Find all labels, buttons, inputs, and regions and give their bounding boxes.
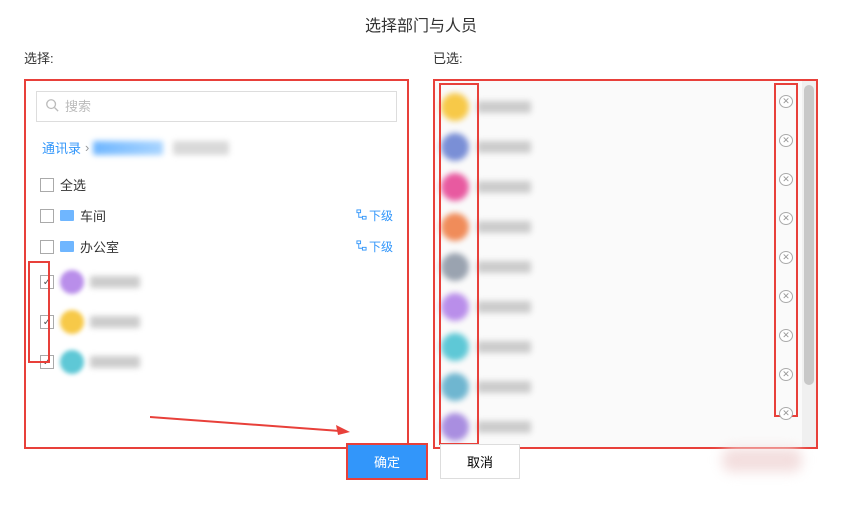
person-name-blurred: [477, 381, 531, 393]
person-name-blurred: [477, 421, 531, 433]
person-name-blurred: [90, 356, 140, 368]
selected-label: 已选:: [433, 48, 818, 67]
person-name-blurred: [477, 181, 531, 193]
remove-button[interactable]: ✕: [779, 173, 793, 186]
search-input[interactable]: [65, 99, 388, 114]
person-name-blurred: [477, 261, 531, 273]
person-row: [36, 342, 397, 382]
selected-list: [441, 87, 772, 441]
department-name: 办公室: [80, 237, 119, 256]
remove-button[interactable]: ✕: [779, 212, 793, 225]
annotation-highlight: ✕ ✕ ✕ ✕ ✕ ✕ ✕ ✕ ✕: [774, 83, 798, 417]
chevron-right-icon: ›: [85, 140, 89, 155]
remove-button[interactable]: ✕: [779, 95, 793, 108]
dialog-title: 选择部门与人员: [0, 0, 842, 48]
person-checkbox[interactable]: [40, 355, 54, 369]
department-name: 车间: [80, 206, 106, 225]
remove-button[interactable]: ✕: [779, 251, 793, 264]
selected-row: [441, 287, 772, 327]
breadcrumb: 通讯录 ›: [36, 134, 397, 161]
confirm-button[interactable]: 确定: [346, 443, 428, 480]
department-checkbox[interactable]: [40, 209, 54, 223]
person-name-blurred: [477, 141, 531, 153]
annotation-highlight: [439, 83, 479, 445]
select-all-label: 全选: [60, 175, 86, 194]
selected-row: [441, 87, 772, 127]
person-name-blurred: [477, 101, 531, 113]
person-checkbox[interactable]: [40, 315, 54, 329]
remove-button[interactable]: ✕: [779, 134, 793, 147]
selected-row: [441, 127, 772, 167]
remove-button[interactable]: ✕: [779, 329, 793, 342]
department-row: 办公室 下级: [36, 231, 397, 262]
scrollbar[interactable]: [802, 81, 816, 447]
avatar: [60, 310, 84, 334]
select-all-row: 全选: [36, 169, 397, 200]
selected-row: [441, 167, 772, 207]
person-name-blurred: [90, 276, 140, 288]
selected-row: [441, 247, 772, 287]
remove-button[interactable]: ✕: [779, 368, 793, 381]
selected-row: [441, 327, 772, 367]
search-box[interactable]: [36, 91, 397, 122]
sublevel-link[interactable]: 下级: [356, 238, 393, 255]
selected-row: [441, 407, 772, 447]
sublevel-link[interactable]: 下级: [356, 207, 393, 224]
search-icon: [45, 98, 59, 115]
person-name-blurred: [90, 316, 140, 328]
person-name-blurred: [477, 221, 531, 233]
person-name-blurred: [477, 341, 531, 353]
scrollbar-thumb[interactable]: [804, 85, 814, 385]
folder-icon: [60, 241, 74, 252]
tree-icon: [356, 209, 367, 223]
cancel-button[interactable]: 取消: [440, 444, 520, 479]
remove-button[interactable]: ✕: [779, 290, 793, 303]
breadcrumb-item-blurred: [173, 141, 229, 155]
select-label: 选择:: [24, 48, 409, 67]
department-row: 车间 下级: [36, 200, 397, 231]
select-panel: 通讯录 › 全选 车间: [24, 79, 409, 449]
selected-row: [441, 207, 772, 247]
dialog-footer: 确定 取消: [0, 449, 842, 461]
remove-button[interactable]: ✕: [779, 407, 793, 420]
selected-panel: ✕ ✕ ✕ ✕ ✕ ✕ ✕ ✕ ✕: [433, 79, 818, 449]
avatar: [60, 350, 84, 374]
person-checkbox[interactable]: [40, 275, 54, 289]
person-name-blurred: [477, 301, 531, 313]
person-row: [36, 262, 397, 302]
selected-row: [441, 367, 772, 407]
selected-column: 已选: ✕ ✕ ✕ ✕ ✕ ✕ ✕ ✕ ✕: [433, 48, 818, 449]
avatar: [60, 270, 84, 294]
breadcrumb-item-blurred: [93, 141, 163, 155]
select-column: 选择: 通讯录 › 全选: [24, 48, 409, 449]
tree-icon: [356, 240, 367, 254]
breadcrumb-root[interactable]: 通讯录: [42, 138, 81, 157]
folder-icon: [60, 210, 74, 221]
department-checkbox[interactable]: [40, 240, 54, 254]
person-row: [36, 302, 397, 342]
select-all-checkbox[interactable]: [40, 178, 54, 192]
